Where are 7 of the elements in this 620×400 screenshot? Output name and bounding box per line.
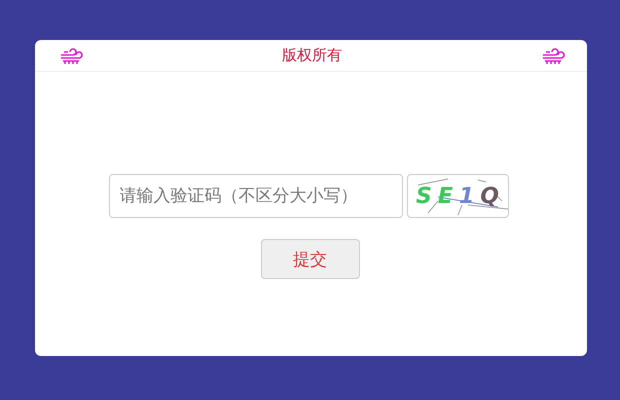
captcha-character: S — [416, 184, 432, 208]
wind-icon — [59, 46, 83, 64]
wind-icon — [541, 46, 565, 64]
header-title: 版权所有 — [282, 46, 342, 65]
captcha-input-field[interactable]: 请输入验证码（不区分大小写） — [108, 174, 402, 218]
submit-button[interactable]: 提交 — [260, 239, 360, 279]
captcha-character: Q — [480, 184, 499, 208]
